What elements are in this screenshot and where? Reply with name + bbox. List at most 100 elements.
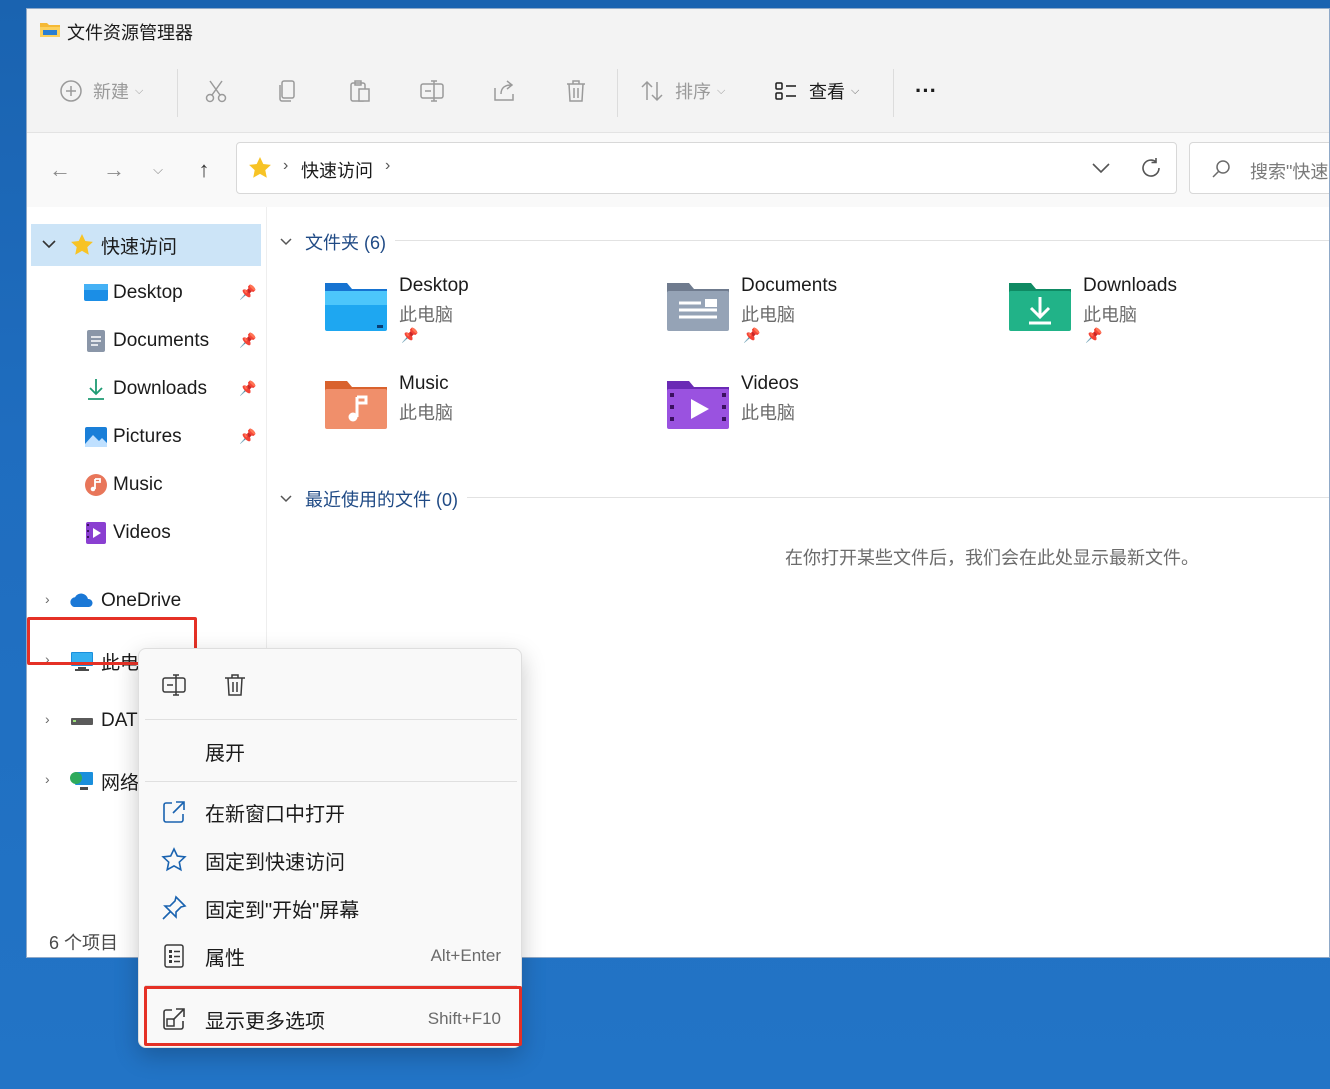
chevron-right-icon[interactable]: › xyxy=(45,591,50,607)
folder-location: 此电脑 xyxy=(741,403,795,423)
sidebar-item-label: OneDrive xyxy=(101,590,182,611)
folders-section-header[interactable]: 文件夹 (6) xyxy=(279,229,386,255)
breadcrumb-quick-access[interactable]: 快速访问 xyxy=(301,157,373,183)
pin-icon[interactable]: 📌 xyxy=(239,284,256,301)
document-icon xyxy=(87,330,105,352)
menu-item-pin-quick-access[interactable]: 固定到快速访问 xyxy=(147,838,515,882)
address-row: ← → ⌵ ↑ › 快速访问 › 搜索"快速访问" xyxy=(27,133,1329,207)
folder-name: Music xyxy=(399,373,449,394)
trash-icon[interactable] xyxy=(221,671,249,699)
sidebar-item-quick-access[interactable]: 快速访问 xyxy=(31,224,261,266)
share-button[interactable] xyxy=(491,75,517,107)
rename-button[interactable] xyxy=(419,75,445,107)
pin-icon[interactable]: 📌 xyxy=(239,380,256,397)
rename-icon[interactable] xyxy=(161,671,189,699)
menu-item-pin-start[interactable]: 固定到"开始"屏幕 xyxy=(147,886,515,930)
trash-icon xyxy=(567,80,585,102)
pin-icon: 📌 xyxy=(401,327,419,343)
chevron-down-icon: ⌵ xyxy=(135,84,144,97)
cloud-icon xyxy=(70,593,93,607)
folder-location: 此电脑 xyxy=(741,305,795,325)
paste-button[interactable] xyxy=(347,75,373,107)
search-input[interactable]: 搜索"快速访问" xyxy=(1250,158,1329,184)
folder-location: 此电脑 xyxy=(399,305,453,325)
chevron-down-icon: ⌵ xyxy=(153,162,163,177)
sidebar-item-label: Desktop xyxy=(113,282,183,303)
folder-tile-music[interactable]: Music 此电脑 xyxy=(323,373,643,455)
pin-icon[interactable]: 📌 xyxy=(239,332,256,349)
new-button[interactable]: 新建 ⌵ xyxy=(59,75,143,107)
folder-tile-downloads[interactable]: Downloads 此电脑 📌 xyxy=(1007,275,1327,357)
search-box[interactable]: 搜索"快速访问" xyxy=(1189,142,1329,194)
menu-divider xyxy=(145,781,517,782)
recent-section-header[interactable]: 最近使用的文件 (0) xyxy=(279,486,458,512)
star-outline-icon xyxy=(161,847,187,872)
pin-icon[interactable]: 📌 xyxy=(239,428,256,445)
breadcrumb-separator: › xyxy=(283,157,289,174)
network-icon xyxy=(70,772,93,790)
forward-button[interactable]: → xyxy=(99,155,129,185)
sidebar-item-desktop[interactable]: Desktop 📌 xyxy=(31,272,261,314)
arrow-up-icon: ↑ xyxy=(198,157,210,182)
sidebar-item-downloads[interactable]: Downloads 📌 xyxy=(31,368,261,410)
copy-button[interactable] xyxy=(275,75,301,107)
chevron-down-icon: ⌵ xyxy=(717,84,726,97)
arrow-right-icon: → xyxy=(103,157,125,182)
sidebar-item-pictures[interactable]: Pictures 📌 xyxy=(31,416,261,458)
sort-button[interactable]: 排序 ⌵ xyxy=(639,75,725,107)
chevron-right-icon[interactable]: › xyxy=(45,711,50,727)
folder-tile-documents[interactable]: Documents 此电脑 📌 xyxy=(665,275,985,357)
view-button[interactable]: 查看 ⌵ xyxy=(773,75,859,107)
view-label: 查看 xyxy=(809,82,845,102)
folder-tile-videos[interactable]: Videos 此电脑 xyxy=(665,373,985,455)
toolbar-divider xyxy=(617,69,618,117)
sidebar-item-music[interactable]: Music xyxy=(31,464,261,506)
download-icon xyxy=(88,379,104,400)
folder-name: Desktop xyxy=(399,275,469,296)
section-divider xyxy=(395,240,1329,241)
empty-recent-message: 在你打开某些文件后，我们会在此处显示最新文件。 xyxy=(785,548,1199,568)
sidebar-item-documents[interactable]: Documents 📌 xyxy=(31,320,261,362)
address-bar[interactable]: › 快速访问 › xyxy=(236,142,1177,194)
chevron-right-icon[interactable]: › xyxy=(45,771,50,787)
chevron-down-icon xyxy=(280,495,292,503)
title-bar: 文件资源管理器 xyxy=(27,9,1329,49)
folder-location: 此电脑 xyxy=(399,403,453,423)
recent-locations-button[interactable]: ⌵ xyxy=(143,155,173,185)
sidebar-item-onedrive[interactable]: › OneDrive xyxy=(31,580,261,622)
menu-item-open-new-window[interactable]: 在新窗口中打开 xyxy=(147,790,515,834)
menu-item-label: 固定到"开始"屏幕 xyxy=(205,899,360,922)
pin-icon: 📌 xyxy=(743,327,761,343)
delete-button[interactable] xyxy=(563,75,589,107)
add-circle-icon xyxy=(60,80,82,102)
open-new-window-icon xyxy=(163,801,185,823)
up-button[interactable]: ↑ xyxy=(189,155,219,185)
copy-icon xyxy=(279,80,295,102)
chevron-down-icon xyxy=(280,238,292,246)
drive-icon xyxy=(71,718,93,725)
back-button[interactable]: ← xyxy=(45,155,75,185)
music-folder-icon xyxy=(325,381,387,429)
folder-tile-desktop[interactable]: Desktop 此电脑 📌 xyxy=(323,275,643,357)
clipboard-icon xyxy=(350,80,370,102)
sidebar-item-videos[interactable]: Videos xyxy=(31,512,261,554)
menu-item-label: 展开 xyxy=(205,742,245,765)
more-options-button[interactable]: ··· xyxy=(915,75,937,107)
properties-icon xyxy=(164,944,184,968)
sidebar-item-label: Videos xyxy=(113,522,171,543)
refresh-icon[interactable] xyxy=(1139,156,1163,180)
downloads-folder-icon xyxy=(1009,283,1071,331)
sidebar-item-label: 网络 xyxy=(101,772,140,794)
pictures-icon xyxy=(85,427,107,447)
chevron-down-icon[interactable] xyxy=(41,238,57,250)
highlight-box-show-more xyxy=(144,986,522,1046)
folder-icon xyxy=(40,23,60,37)
chevron-down-icon[interactable] xyxy=(1091,161,1111,175)
documents-folder-icon xyxy=(667,283,729,331)
menu-item-label: 属性 xyxy=(205,947,245,970)
menu-item-expand[interactable]: 展开 xyxy=(147,729,515,773)
menu-item-properties[interactable]: 属性 Alt+Enter xyxy=(147,934,515,978)
pin-icon xyxy=(162,895,187,920)
cut-button[interactable] xyxy=(203,75,229,107)
folder-location: 此电脑 xyxy=(1083,305,1137,325)
